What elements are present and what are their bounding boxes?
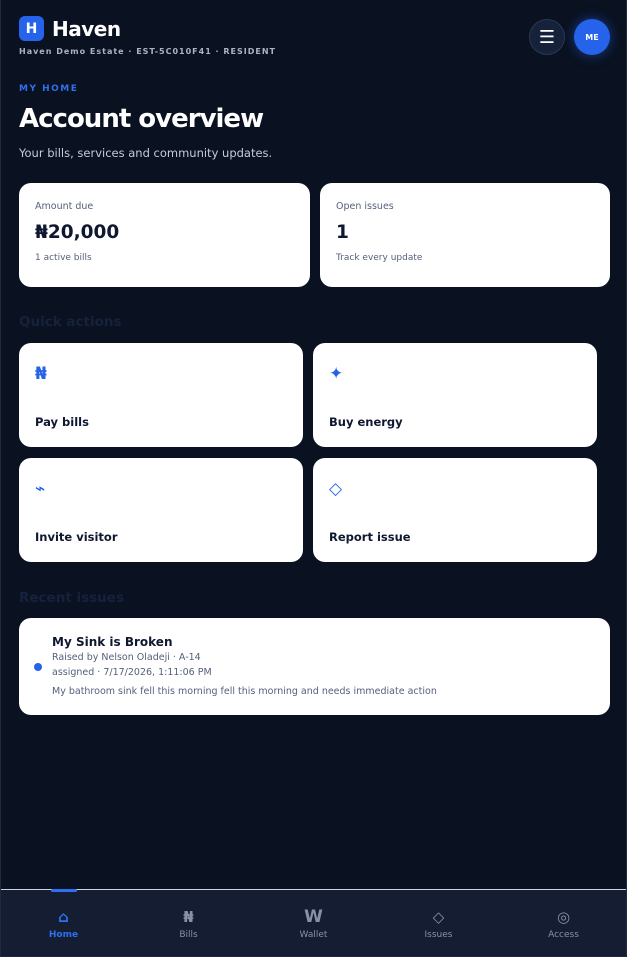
avatar[interactable]: ME bbox=[574, 19, 610, 55]
action-label: Report issue bbox=[329, 530, 411, 544]
app-frame: H Haven Haven Demo Estate · EST-5C010F41… bbox=[0, 0, 627, 957]
nav-label: Access bbox=[548, 930, 579, 940]
section-eyebrow: MY HOME bbox=[19, 84, 79, 94]
active-indicator bbox=[51, 889, 77, 892]
stat-value: ₦20,000 bbox=[35, 222, 120, 243]
pay-bills-button[interactable]: ₦ Pay bills bbox=[19, 343, 303, 447]
app-name: Haven bbox=[52, 17, 121, 41]
stat-note: 1 active bills bbox=[35, 253, 92, 263]
wallet-icon: W bbox=[304, 907, 323, 927]
issue-raised-by: Raised by Nelson Oladeji · A-14 bbox=[52, 652, 201, 663]
buy-energy-button[interactable]: ✦ Buy energy bbox=[313, 343, 597, 447]
issue-title: My Sink is Broken bbox=[52, 635, 173, 649]
recent-issues-title: Recent issues bbox=[19, 590, 124, 606]
hamburger-icon: ☰ bbox=[538, 26, 556, 48]
status-dot-icon bbox=[34, 663, 42, 671]
action-label: Invite visitor bbox=[35, 530, 118, 544]
report-issue-button[interactable]: ◇ Report issue bbox=[313, 458, 597, 562]
nav-item-home[interactable]: ⌂ Home bbox=[1, 889, 126, 956]
stat-note: Track every update bbox=[336, 253, 423, 263]
page-subtitle: Your bills, services and community updat… bbox=[19, 146, 273, 160]
nav-item-issues[interactable]: ◇ Issues bbox=[376, 890, 501, 956]
nav-label: Issues bbox=[424, 930, 453, 940]
sparkle-icon: ✦ bbox=[329, 364, 344, 384]
issue-status: assigned · 7/17/2026, 1:11:06 PM bbox=[52, 667, 212, 678]
nav-label: Wallet bbox=[299, 930, 328, 940]
nav-item-bills[interactable]: ₦ Bills bbox=[126, 890, 251, 956]
page-title: Account overview bbox=[19, 104, 264, 134]
amount-due-card[interactable]: Amount due ₦20,000 1 active bills bbox=[19, 183, 310, 287]
invite-visitor-button[interactable]: ⌁ Invite visitor bbox=[19, 458, 303, 562]
list-item[interactable]: My Sink is Broken Raised by Nelson Olade… bbox=[19, 618, 610, 715]
action-label: Pay bills bbox=[35, 415, 89, 429]
estate-info: Haven Demo Estate · EST-5C010F41 · RESID… bbox=[19, 47, 276, 56]
app-header: H Haven Haven Demo Estate · EST-5C010F41… bbox=[19, 16, 610, 66]
nav-item-access[interactable]: ◎ Access bbox=[501, 890, 626, 956]
lightning-icon: ⌁ bbox=[35, 479, 46, 499]
bottom-nav: ⌂ Home ₦ Bills W Wallet ◇ Issues ◎ Acces… bbox=[1, 889, 626, 956]
diamond-icon: ◇ bbox=[329, 479, 343, 499]
nav-label: Home bbox=[48, 930, 79, 940]
logo-icon: H bbox=[19, 16, 44, 41]
naira-icon: ₦ bbox=[183, 908, 194, 926]
stat-value: 1 bbox=[336, 222, 349, 243]
naira-icon: ₦ bbox=[35, 364, 47, 384]
nav-item-wallet[interactable]: W Wallet bbox=[251, 890, 376, 956]
home-icon: ⌂ bbox=[58, 908, 69, 926]
quick-actions-title: Quick actions bbox=[19, 314, 122, 330]
issue-description: My bathroom sink fell this morning fell … bbox=[52, 686, 437, 697]
action-label: Buy energy bbox=[329, 415, 403, 429]
stat-label: Amount due bbox=[35, 201, 94, 212]
stat-label: Open issues bbox=[336, 201, 394, 212]
menu-button[interactable]: ☰ bbox=[529, 19, 565, 55]
diamond-icon: ◇ bbox=[432, 908, 445, 926]
nav-label: Bills bbox=[179, 930, 198, 940]
access-icon: ◎ bbox=[556, 908, 571, 926]
open-issues-card[interactable]: Open issues 1 Track every update bbox=[320, 183, 610, 287]
